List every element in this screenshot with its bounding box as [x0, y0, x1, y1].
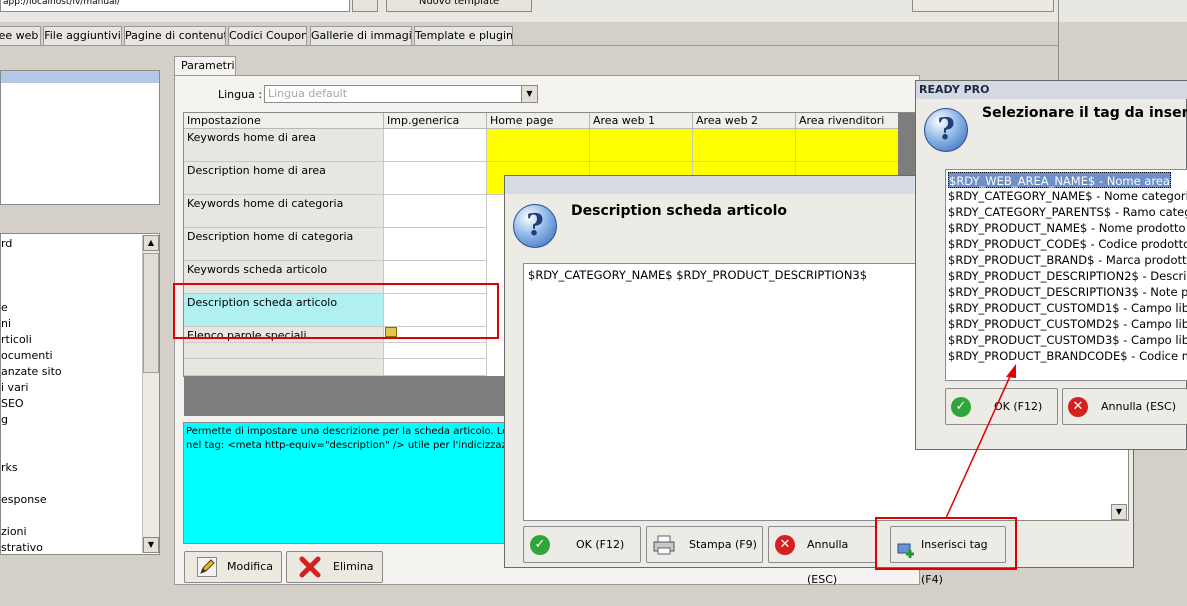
annotation-arrow [945, 364, 1016, 519]
